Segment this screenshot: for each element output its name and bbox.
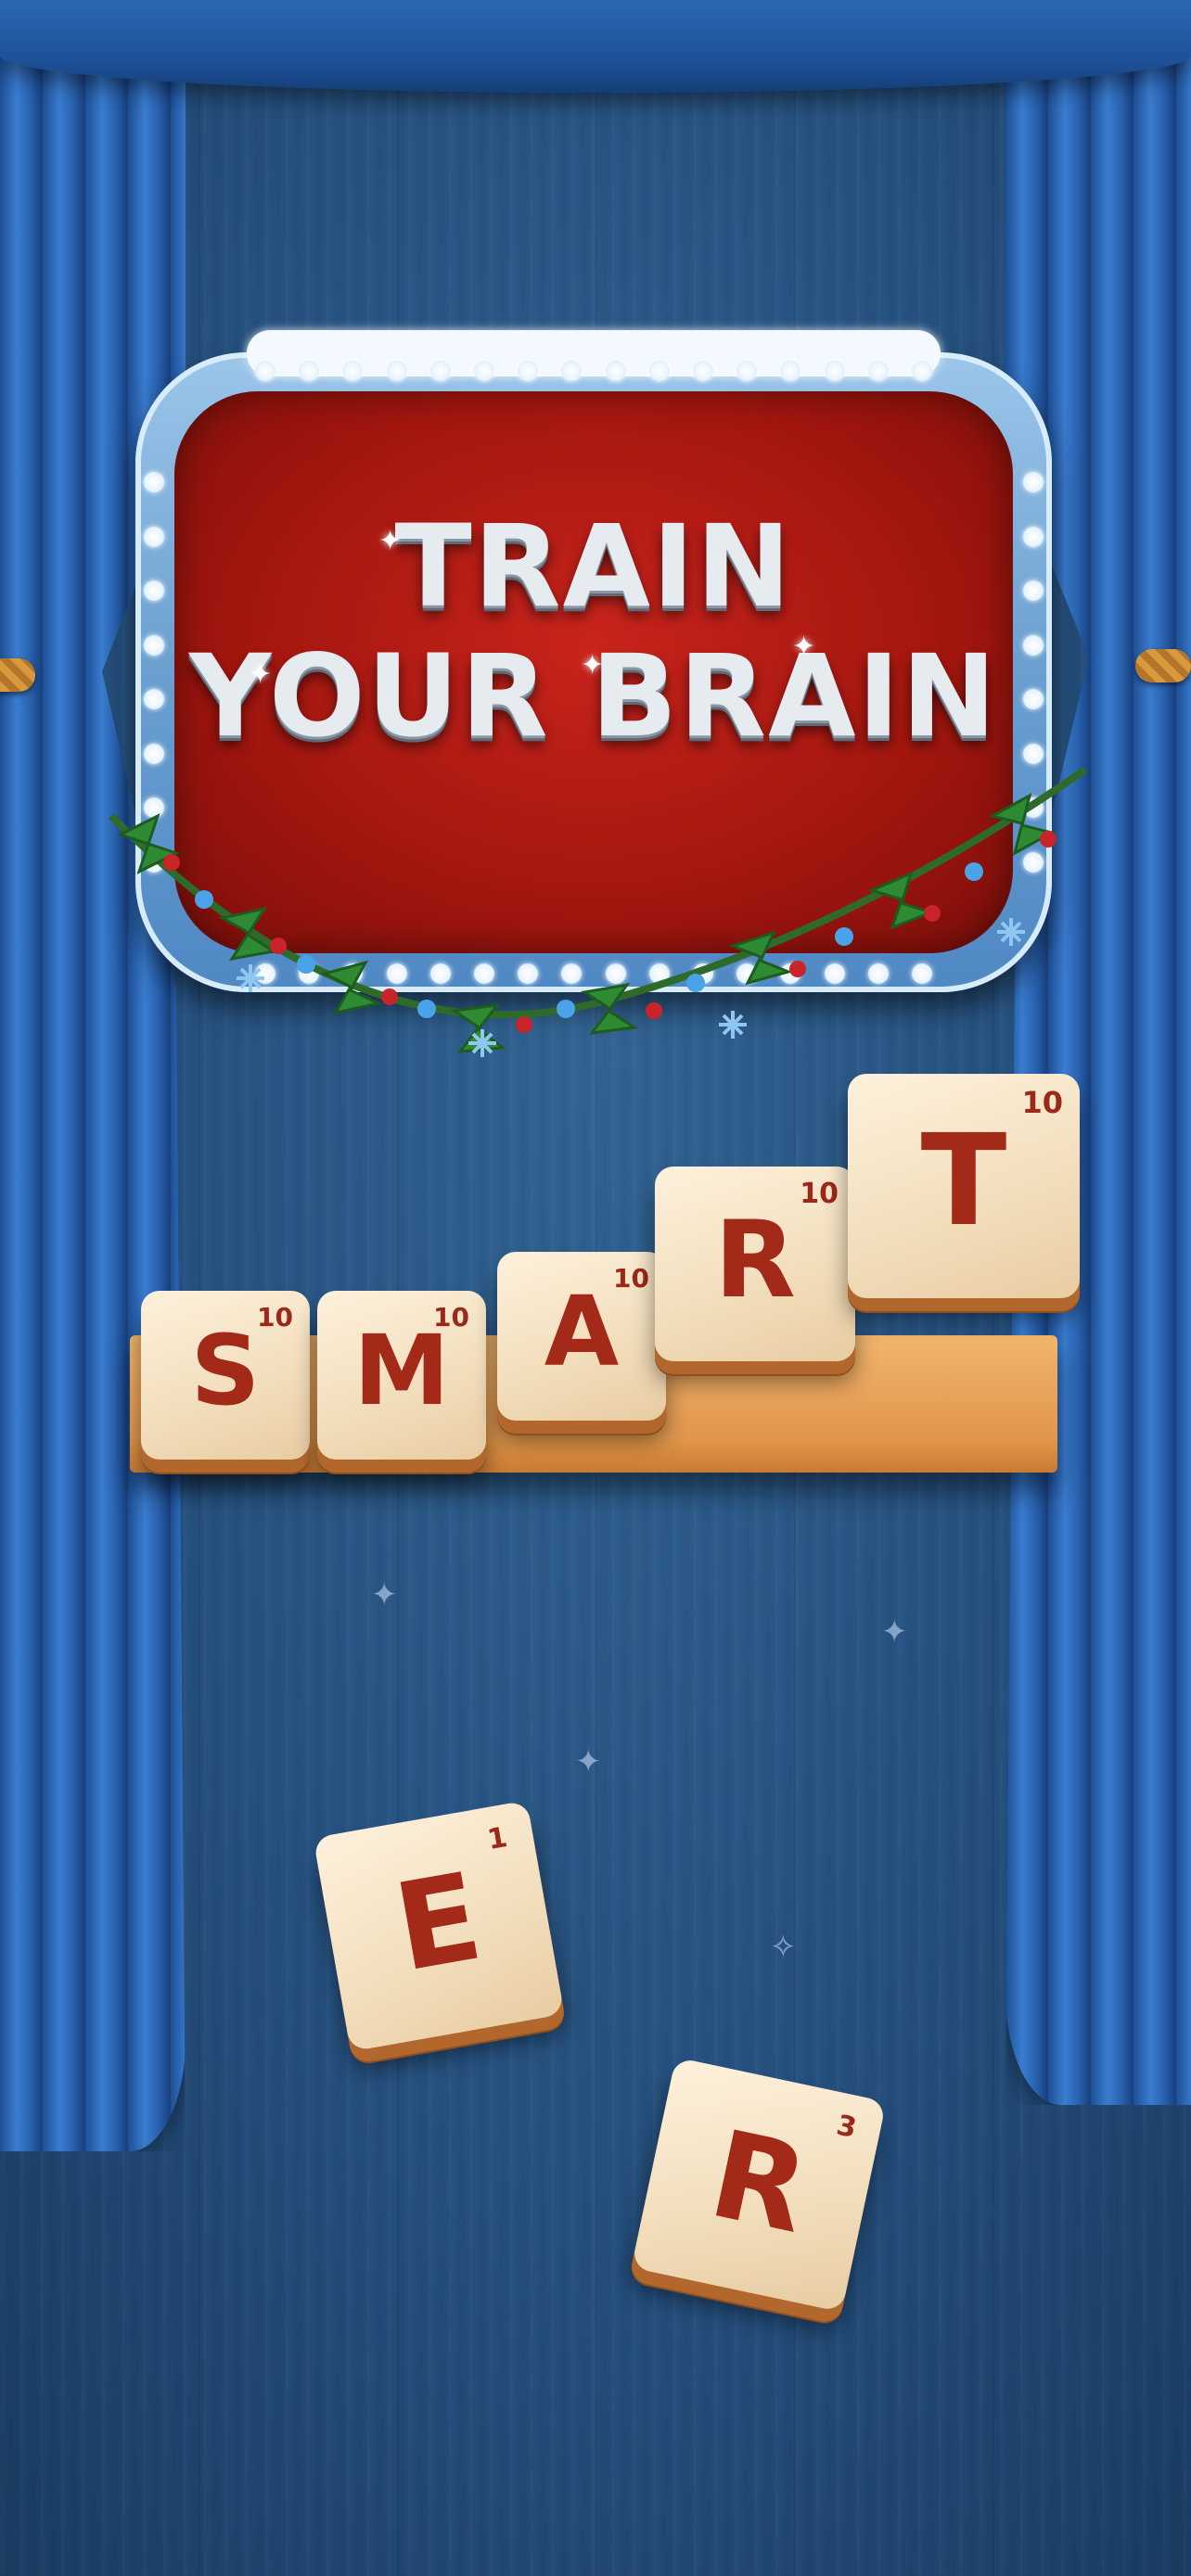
marquee-bulb — [474, 361, 494, 381]
sparkle-star-icon: ✦ — [378, 525, 403, 557]
tile-points: 10 — [433, 1302, 469, 1333]
holly-garland — [109, 766, 1088, 1057]
sparkle-star-icon: ✦ — [249, 658, 273, 691]
marquee-bulb — [342, 361, 364, 381]
marquee-bulb — [1023, 472, 1044, 492]
left-curtain-tieback — [0, 658, 35, 692]
snowflake-sparkle-icon: ✦ — [575, 1743, 602, 1780]
marquee-bulb — [518, 361, 539, 381]
marquee-bulb — [561, 361, 583, 381]
tile-letter: T — [920, 1108, 1007, 1255]
marquee-bulb — [144, 472, 164, 492]
marquee-bulb — [824, 361, 845, 381]
marquee-bulb — [605, 361, 626, 381]
title-line-1: TRAIN — [394, 501, 793, 632]
marquee-bulb — [780, 361, 801, 381]
tile-letter: E — [385, 1845, 492, 1999]
shelf-tile-a[interactable]: A 10 — [497, 1252, 666, 1421]
marquee-bulb — [912, 361, 932, 381]
marquee-bulb — [429, 361, 451, 381]
tile-points: 10 — [613, 1263, 649, 1294]
sparkle-star-icon: ✦ — [792, 631, 816, 663]
snowflake-sparkle-icon: ✦ — [881, 1613, 908, 1651]
left-curtain — [0, 37, 186, 2151]
snowflake-sparkle-icon: ✧ — [770, 1929, 797, 1966]
right-curtain-tieback — [1135, 649, 1191, 682]
shelf-tile-s[interactable]: S 10 — [141, 1291, 310, 1460]
loose-tile-r[interactable]: R 3 — [631, 2057, 887, 2313]
curtain-valance — [0, 0, 1191, 93]
marquee-bulb — [255, 361, 275, 381]
marquee-bulb — [736, 361, 758, 381]
marquee-bulb — [867, 361, 889, 381]
tile-letter: S — [190, 1314, 261, 1427]
tile-letter: M — [353, 1314, 450, 1427]
shelf-tile-r[interactable]: R 10 — [655, 1167, 855, 1361]
marquee-bulb — [648, 361, 670, 381]
marquee-bulb — [299, 361, 320, 381]
shelf-tile-m[interactable]: M 10 — [317, 1291, 486, 1460]
marquee-bulb — [693, 361, 713, 381]
tile-points: 10 — [800, 1178, 839, 1210]
tile-letter: A — [544, 1275, 620, 1388]
snowflake-sparkle-icon: ✦ — [371, 1576, 398, 1613]
tile-points: 10 — [257, 1302, 293, 1333]
sparkle-star-icon: ✦ — [581, 649, 605, 682]
shelf-tile-t[interactable]: T 10 — [848, 1074, 1080, 1298]
tile-points: 10 — [1021, 1085, 1063, 1120]
tile-letter: R — [714, 1198, 796, 1321]
tile-points: 3 — [833, 2109, 860, 2146]
marquee-bulb — [386, 361, 407, 381]
loose-tile-e[interactable]: E 1 — [313, 1800, 565, 2052]
